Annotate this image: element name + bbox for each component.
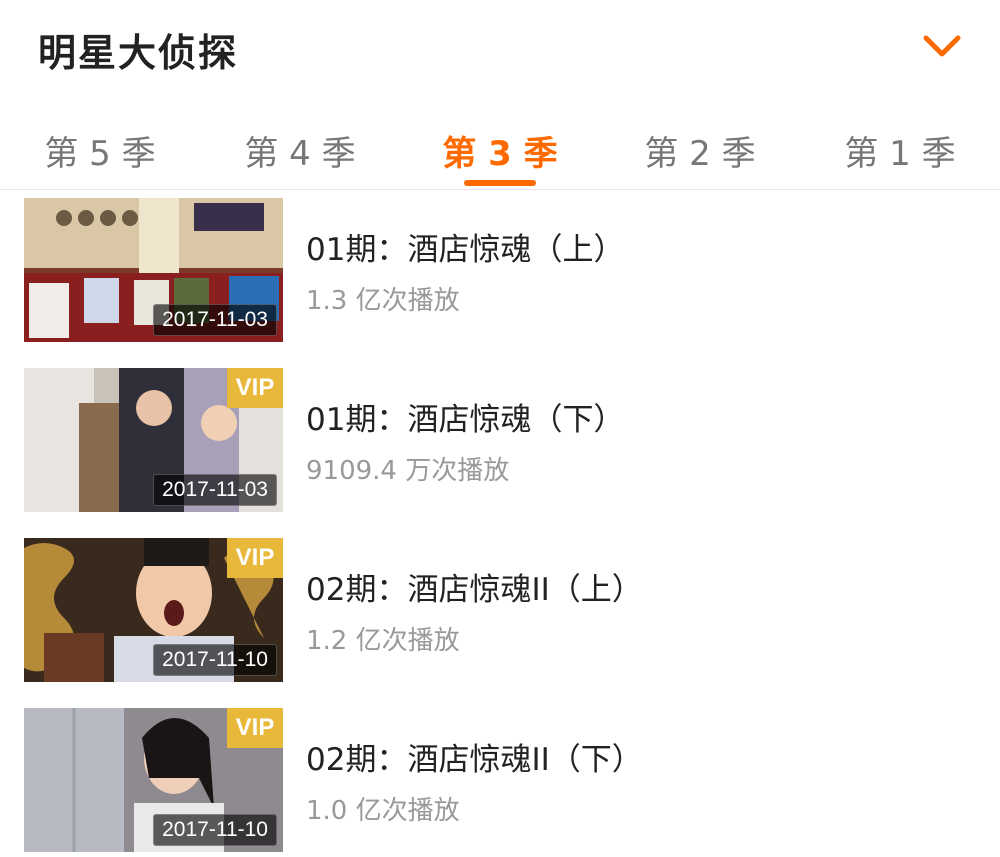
air-date: 2017-11-03 [153,474,277,506]
episode-title[interactable]: 02期：酒店惊魂II（下） [306,734,643,779]
episode-item[interactable]: VIP 2017-11-03 01期：酒店惊魂（下） 9109.4 万次播放 [0,360,1000,512]
tab-season-1[interactable]: 第 1 季 [800,126,1000,175]
episode-thumbnail[interactable]: 2017-11-03 [24,198,283,342]
episode-thumbnail[interactable]: VIP 2017-11-10 [24,538,283,682]
vip-badge: VIP [227,368,283,408]
episode-thumbnail[interactable]: VIP 2017-11-03 [24,368,283,512]
show-title: 明星大侦探 [38,31,239,75]
tab-season-4[interactable]: 第 4 季 [200,126,400,175]
active-tab-indicator [464,180,536,186]
tab-season-5[interactable]: 第 5 季 [0,126,200,175]
tab-season-2[interactable]: 第 2 季 [600,126,800,175]
vip-badge: VIP [227,538,283,578]
chevron-down-icon [923,35,961,57]
air-date: 2017-11-10 [153,814,277,846]
episode-title[interactable]: 02期：酒店惊魂II（上） [306,564,643,609]
play-count: 1.0 亿次播放 [306,796,460,826]
play-count: 9109.4 万次播放 [306,456,510,486]
episode-item[interactable]: 2017-11-03 01期：酒店惊魂（上） 1.3 亿次播放 [0,190,1000,342]
episode-item[interactable]: VIP 2017-11-10 02期：酒店惊魂II（上） 1.2 亿次播放 [0,530,1000,682]
vip-badge: VIP [227,708,283,748]
air-date: 2017-11-10 [153,644,277,676]
episode-title[interactable]: 01期：酒店惊魂（下） [306,394,624,439]
episode-title[interactable]: 01期：酒店惊魂（上） [306,224,624,269]
expand-button[interactable] [918,28,966,68]
season-tabs: 第 5 季 第 4 季 第 3 季 第 2 季 第 1 季 [0,118,1000,190]
play-count: 1.2 亿次播放 [306,626,460,656]
play-count: 1.3 亿次播放 [306,286,460,316]
episode-thumbnail[interactable]: VIP 2017-11-10 [24,708,283,852]
air-date: 2017-11-03 [153,304,277,336]
episode-item[interactable]: VIP 2017-11-10 02期：酒店惊魂II（下） 1.0 亿次播放 [0,700,1000,852]
tab-season-3[interactable]: 第 3 季 [400,126,600,175]
header: 明星大侦探 [0,0,1000,95]
